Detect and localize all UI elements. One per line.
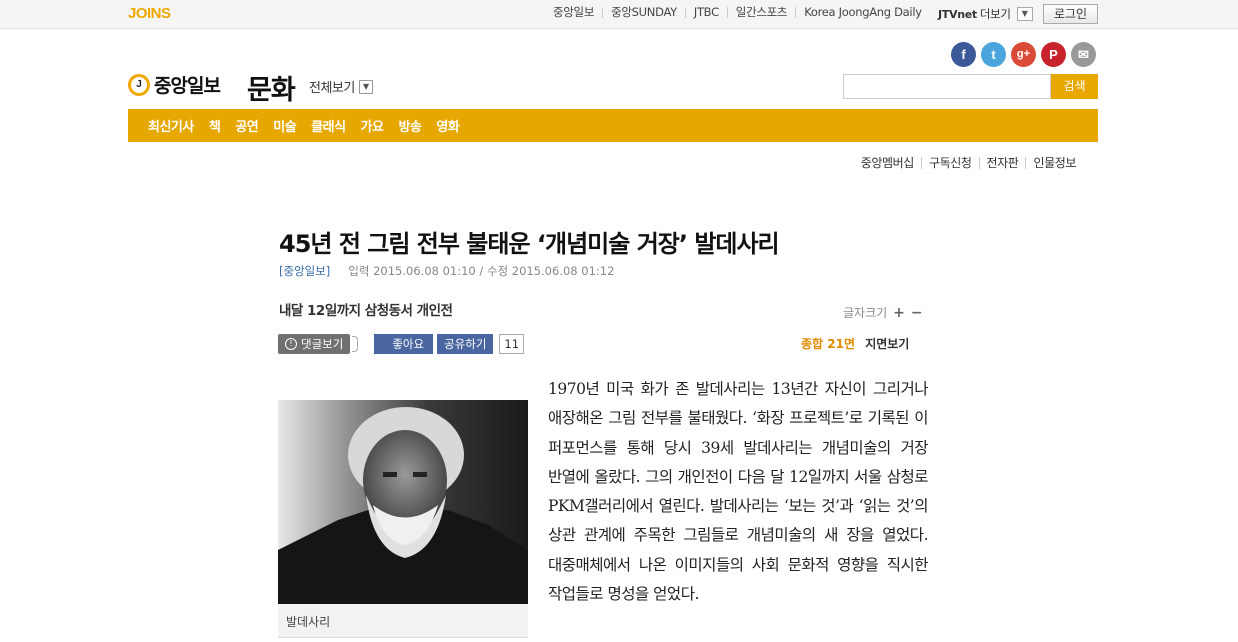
link-jtbc[interactable]: JTBC bbox=[684, 6, 727, 18]
link-ilgan-sports[interactable]: 일간스포츠 bbox=[726, 6, 795, 18]
chevron-down-icon[interactable]: ▼ bbox=[1016, 7, 1033, 21]
link-korea-joongang-daily[interactable]: Korea JoongAng Daily bbox=[795, 6, 930, 18]
nav-item-kpop[interactable]: 가요 bbox=[361, 116, 384, 135]
link-people-info[interactable]: 인물정보 bbox=[1025, 157, 1083, 169]
font-increase-button[interactable]: + bbox=[893, 305, 905, 321]
family-site-links: 중앙일보 중앙SUNDAY JTBC 일간스포츠 Korea JoongAng … bbox=[545, 6, 930, 18]
article-body: 1970년 미국 화가 존 발데사리는 13년간 자신이 그리거나 애장해온 그… bbox=[548, 380, 929, 604]
pinterest-icon[interactable]: P bbox=[1041, 42, 1066, 67]
page-view-link[interactable]: 지면보기 bbox=[865, 337, 909, 351]
facebook-share-button[interactable]: 공유하기 bbox=[437, 334, 494, 354]
facebook-icon[interactable]: f bbox=[951, 42, 976, 67]
nav-item-movie[interactable]: 영화 bbox=[436, 116, 459, 135]
search-input[interactable] bbox=[843, 74, 1051, 99]
article-dates: 입력 2015.06.08 01:10 / 수정 2015.06.08 01:1… bbox=[348, 264, 615, 278]
view-all-menu[interactable]: 전체보기 ▼ bbox=[309, 77, 373, 96]
link-membership[interactable]: 중앙멤버십 bbox=[854, 157, 921, 169]
twitter-icon[interactable]: t bbox=[981, 42, 1006, 67]
link-subscribe[interactable]: 구독신청 bbox=[920, 157, 979, 169]
share-count: 11 bbox=[499, 334, 525, 354]
joins-logo[interactable]: JOINS bbox=[128, 5, 171, 22]
link-joongang-sunday[interactable]: 중앙SUNDAY bbox=[602, 6, 685, 18]
font-size-label: 글자크기 bbox=[843, 306, 888, 320]
photo-caption: 발데사리 bbox=[278, 604, 528, 638]
portrait-image bbox=[278, 400, 528, 604]
logo-text: 중앙일보 bbox=[154, 75, 221, 97]
chevron-down-icon: ▼ bbox=[358, 79, 373, 94]
search-button[interactable]: 검색 bbox=[1051, 74, 1098, 99]
comment-icon: ! bbox=[285, 338, 297, 350]
article-meta: [중앙일보] 입력 2015.06.08 01:10 / 수정 2015.06.… bbox=[279, 263, 614, 279]
nav-item-classical[interactable]: 클래식 bbox=[311, 116, 346, 135]
nav-item-latest[interactable]: 최신기사 bbox=[148, 116, 194, 135]
mail-icon[interactable]: ✉ bbox=[1071, 42, 1096, 67]
link-joongang[interactable]: 중앙일보 bbox=[545, 6, 602, 18]
comment-label: 댓글보기 bbox=[301, 337, 344, 351]
more-label[interactable]: 더보기 bbox=[980, 6, 1011, 22]
article-photo[interactable] bbox=[278, 400, 528, 604]
print-page-info: 종합 21면 지면보기 bbox=[801, 335, 909, 352]
service-links: 중앙멤버십 구독신청 전자판 인물정보 bbox=[854, 157, 1083, 169]
page-number: 종합 21면 bbox=[801, 337, 855, 351]
nav-item-art[interactable]: 미술 bbox=[273, 116, 296, 135]
social-share-icons: f t g+ P ✉ bbox=[951, 42, 1101, 67]
joongang-logo[interactable]: J 중앙일보 bbox=[128, 71, 221, 98]
article-actions: ! 댓글보기 좋아요 공유하기 11 bbox=[278, 334, 525, 354]
nav-item-performance[interactable]: 공연 bbox=[235, 116, 258, 135]
article-subhead: 내달 12일까지 삼청동서 개인전 bbox=[279, 303, 453, 319]
font-size-control: 글자크기 + − bbox=[843, 304, 923, 321]
facebook-like-button[interactable]: 좋아요 bbox=[374, 334, 434, 354]
view-all-label: 전체보기 bbox=[309, 81, 355, 96]
section-title[interactable]: 문화 bbox=[247, 68, 296, 107]
google-plus-icon[interactable]: g+ bbox=[1011, 42, 1036, 67]
jtvnet-logo[interactable]: JTVnet bbox=[938, 8, 977, 21]
nav-item-books[interactable]: 책 bbox=[209, 116, 221, 135]
more-sites[interactable]: JTVnet 더보기 ▼ bbox=[938, 6, 1033, 22]
comment-count-tail bbox=[352, 336, 359, 352]
article-source[interactable]: [중앙일보] bbox=[279, 263, 330, 279]
login-button[interactable]: 로그인 bbox=[1043, 4, 1098, 24]
comment-button[interactable]: ! 댓글보기 bbox=[278, 334, 351, 354]
font-decrease-button[interactable]: − bbox=[911, 305, 923, 321]
logo-mark-icon: J bbox=[128, 73, 150, 96]
article-headline: 45년 전 그림 전부 불태운 ‘개념미술 거장’ 발데사리 bbox=[279, 230, 780, 258]
top-bar: JOINS 중앙일보 중앙SUNDAY JTBC 일간스포츠 Korea Joo… bbox=[0, 0, 1238, 29]
link-e-paper[interactable]: 전자판 bbox=[978, 157, 1026, 169]
category-nav: 최신기사 책 공연 미술 클래식 가요 방송 영화 bbox=[128, 109, 1098, 142]
nav-item-broadcast[interactable]: 방송 bbox=[398, 116, 421, 135]
